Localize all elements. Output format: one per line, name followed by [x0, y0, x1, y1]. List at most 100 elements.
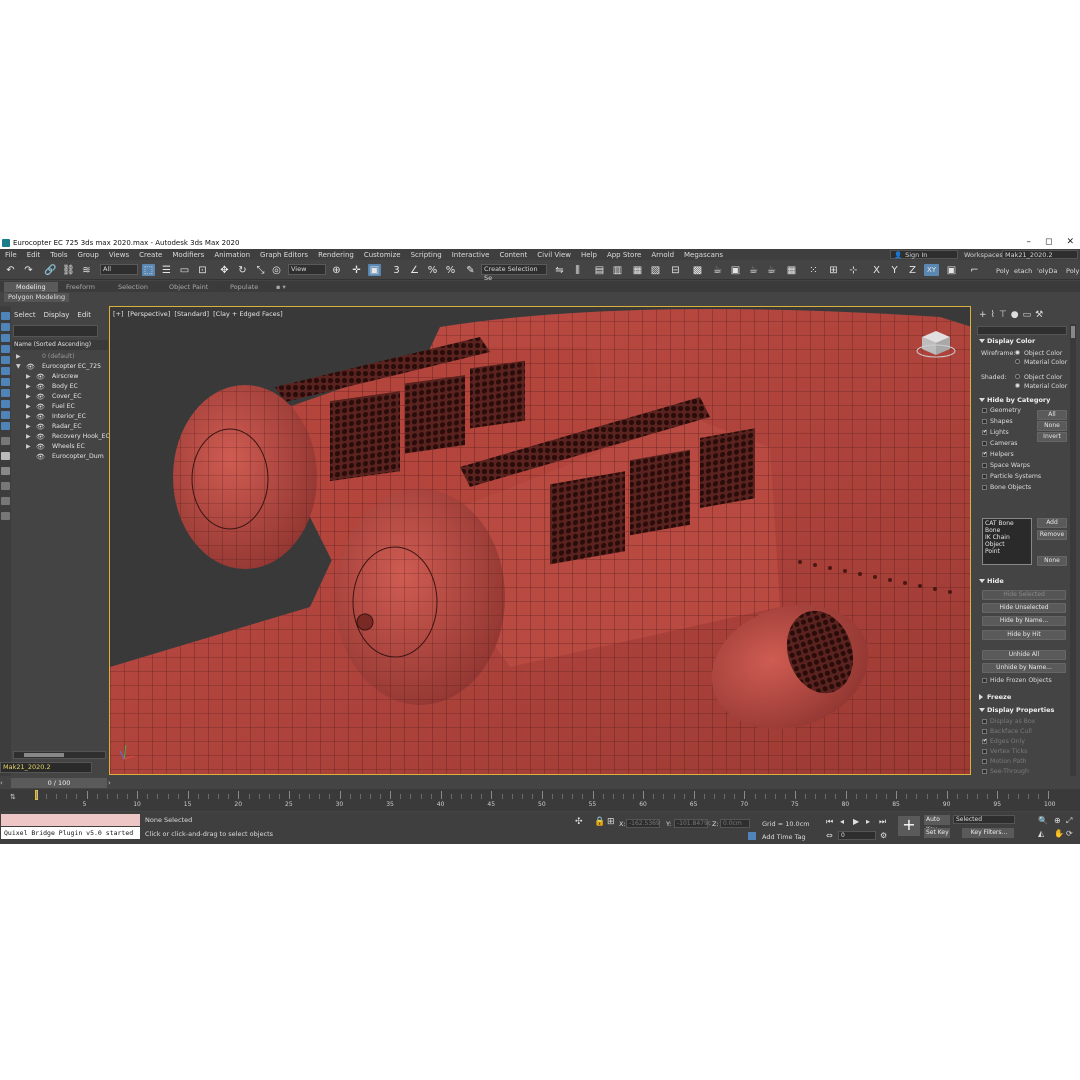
display-property-checkbox[interactable]: ✔	[982, 739, 987, 744]
viewport-label-menu[interactable]: [+] [Perspective] [Standard] [Clay + Edg…	[113, 310, 285, 318]
edit-named-selection-icon[interactable]: ✎	[464, 264, 477, 276]
pan-icon[interactable]: ✋	[1054, 829, 1064, 838]
visibility-eye-icon[interactable]: 👁	[36, 412, 45, 422]
previous-frame-icon[interactable]: ◂	[840, 817, 844, 826]
create-tab-icon[interactable]: +	[979, 310, 987, 320]
polydata-button[interactable]: 'olyDa	[1037, 267, 1057, 275]
x-coord-field[interactable]: -162.5369	[626, 819, 660, 828]
viewport-standard-menu[interactable]: [Standard]	[174, 310, 209, 318]
current-layer-field[interactable]: Mak21_2020.2	[0, 762, 92, 773]
orbit-icon[interactable]: ⟳	[1066, 829, 1073, 838]
category-list-item[interactable]: IK Chain Object	[985, 534, 1029, 548]
rotate-icon[interactable]: ↻	[236, 264, 249, 276]
wireframe-material-color-radio[interactable]	[1015, 359, 1020, 364]
category-checkbox[interactable]: ✔	[982, 430, 987, 435]
play-icon[interactable]: ▶	[853, 817, 859, 826]
auto-key-button[interactable]: Auto Key	[924, 815, 950, 833]
rendered-frame-window-icon[interactable]: ▣	[729, 264, 742, 276]
y-coord-field[interactable]: -101.8479c	[674, 819, 711, 828]
visibility-eye-icon[interactable]: 👁	[36, 452, 45, 462]
undo-icon[interactable]: ↶	[4, 264, 17, 276]
invert-display-icon[interactable]	[1, 334, 10, 342]
spinner-snap-icon[interactable]: %	[444, 264, 457, 276]
link-icon[interactable]: 🔗	[44, 264, 57, 276]
hide-selected-button[interactable]: Hide Selected	[982, 590, 1066, 600]
category-list-item[interactable]: CAT Bone	[985, 520, 1029, 527]
poly-button[interactable]: Poly	[996, 267, 1009, 275]
close-button[interactable]: ✕	[1066, 236, 1074, 249]
command-panel-scrollbar[interactable]	[1070, 324, 1076, 776]
explorer-search-input[interactable]	[13, 325, 98, 337]
sync-selection-icon[interactable]	[1, 512, 10, 520]
expand-arrow-icon[interactable]: ▶	[26, 412, 31, 422]
explorer-column-header[interactable]: Name (Sorted Ascending)	[12, 340, 108, 350]
shaded-object-color-radio[interactable]	[1015, 374, 1020, 379]
select-object-icon[interactable]: ⬚	[142, 264, 155, 276]
set-key-big-button[interactable]: +	[898, 816, 920, 836]
selection-filter-dropdown[interactable]: All	[100, 264, 138, 275]
axis-y-button[interactable]: Y	[888, 264, 901, 276]
tab-selection[interactable]: Selection	[112, 282, 154, 292]
explorer-menu-select[interactable]: Select	[14, 311, 42, 321]
hierarchy-tab-icon[interactable]: ⊤	[999, 310, 1007, 320]
visibility-eye-icon[interactable]: 👁	[36, 422, 45, 432]
menu-animation[interactable]: Animation	[209, 251, 255, 259]
category-remove-button[interactable]: Remove	[1037, 530, 1067, 540]
selection-lock-icon[interactable]: 🔒	[594, 817, 605, 827]
field-of-view-icon[interactable]: ◭	[1038, 829, 1044, 838]
pivot-center-icon[interactable]: ⊕	[330, 264, 343, 276]
render-setup-icon[interactable]: ☕	[711, 264, 724, 276]
collapse-arrow-icon[interactable]: ▼	[16, 362, 21, 372]
snap-target-icon[interactable]: ⊹	[847, 264, 860, 276]
category-list-item[interactable]: Point	[985, 548, 1029, 555]
menu-create[interactable]: Create	[134, 251, 167, 259]
dots-grid-icon[interactable]: ⁙	[807, 264, 820, 276]
display-tab-icon[interactable]: ▭	[1023, 310, 1032, 320]
redo-icon[interactable]: ↷	[22, 264, 35, 276]
expand-arrow-icon[interactable]: ▶	[26, 422, 31, 432]
absolute-mode-icon[interactable]: ⊞	[607, 817, 615, 827]
cameras-filter-icon[interactable]	[1, 378, 10, 386]
explorer-tree-row[interactable]: ▶ 👁 Cover_EC	[12, 392, 108, 402]
wireframe-object-color-radio[interactable]	[1015, 350, 1020, 355]
maxscript-listener-output[interactable]: Quixel Bridge Plugin v5.0 started	[1, 827, 140, 839]
workspace-select[interactable]: Mak21_2020.2	[1002, 250, 1078, 259]
go-to-end-icon[interactable]: ⏭	[879, 817, 886, 827]
zoom-all-icon[interactable]: ⊕	[1054, 816, 1061, 825]
menu-help[interactable]: Help	[576, 251, 602, 259]
hide-by-hit-button[interactable]: Hide by Hit	[982, 630, 1066, 640]
curve-editor-icon[interactable]: ▧	[649, 264, 662, 276]
tab-object-paint[interactable]: Object Paint	[163, 282, 214, 292]
bones-filter-icon[interactable]	[1, 437, 10, 445]
visibility-eye-icon[interactable]: 👁	[36, 432, 45, 442]
visibility-eye-icon[interactable]: 👁	[36, 382, 45, 392]
category-checkbox[interactable]	[982, 408, 987, 413]
expand-arrow-icon[interactable]: ▶	[26, 432, 31, 442]
expand-arrow-icon[interactable]: ▶	[26, 382, 31, 392]
explorer-menu-display[interactable]: Display	[44, 311, 76, 321]
explorer-tree-row[interactable]: ▶ 👁 Recovery Hook_EC	[12, 432, 110, 442]
modify-tab-icon[interactable]: ⌇	[991, 310, 995, 320]
menu-arnold[interactable]: Arnold	[646, 251, 679, 259]
freeze-rollout[interactable]: Freeze	[977, 692, 1073, 703]
category-checkbox[interactable]: ✔	[982, 452, 987, 457]
menu-scripting[interactable]: Scripting	[406, 251, 447, 259]
display-color-rollout[interactable]: Display Color	[977, 336, 1073, 347]
frozen-filter-icon[interactable]	[1, 467, 10, 475]
scene-explorer-icon[interactable]: ▥	[611, 264, 624, 276]
schematic-view-icon[interactable]: ⊟	[669, 264, 682, 276]
poly-button-2[interactable]: Poly	[1066, 267, 1079, 275]
perspective-viewport[interactable]: [+] [Perspective] [Standard] [Clay + Edg…	[109, 306, 971, 775]
menu-tools[interactable]: Tools	[45, 251, 72, 259]
menu-content[interactable]: Content	[494, 251, 532, 259]
helpers-filter-icon[interactable]	[1, 389, 10, 397]
display-property-checkbox[interactable]	[982, 719, 987, 724]
category-checkbox[interactable]	[982, 441, 987, 446]
explorer-tree-row[interactable]: ▶ 0 (default)	[12, 352, 108, 362]
scale-icon[interactable]: ⤡	[254, 264, 267, 276]
menu-interactive[interactable]: Interactive	[447, 251, 495, 259]
explorer-tree-row[interactable]: ▶ 👁 Fuel EC	[12, 402, 108, 412]
menu-megascans[interactable]: Megascans	[679, 251, 728, 259]
tab-freeform[interactable]: Freeform	[60, 282, 101, 292]
geometry-filter-icon[interactable]	[1, 345, 10, 353]
